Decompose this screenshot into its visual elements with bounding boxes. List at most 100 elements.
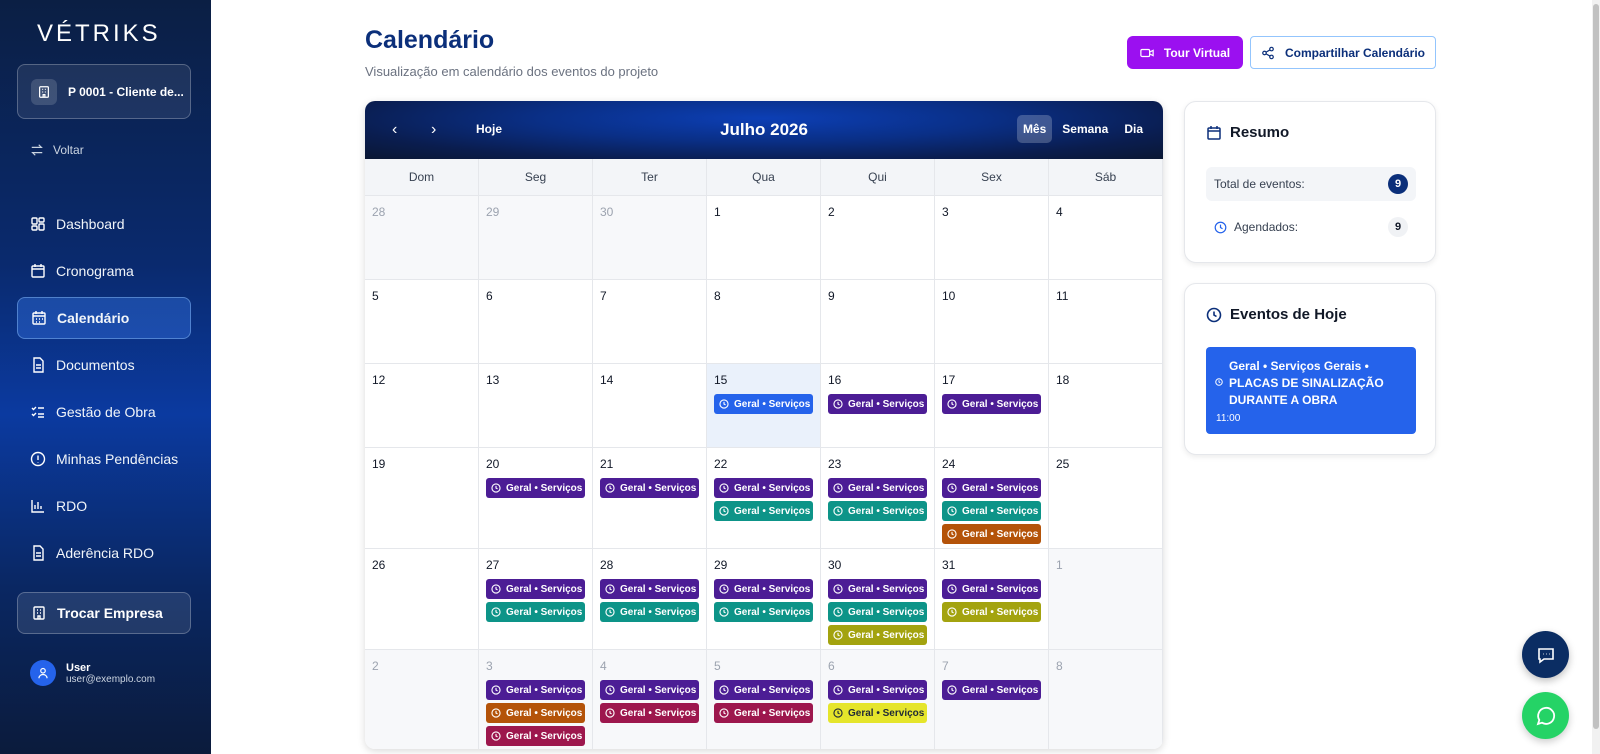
calendar-event[interactable]: Geral • Serviços: [714, 680, 813, 700]
calendar-day[interactable]: 8: [707, 280, 821, 363]
calendar-day[interactable]: 27 Geral • Serviços Geral • Serviços: [479, 549, 593, 649]
calendar-day[interactable]: 28: [365, 196, 479, 279]
calendar-event[interactable]: Geral • Serviços: [714, 579, 813, 599]
calendar-event[interactable]: Geral • Serviços: [942, 524, 1041, 544]
event-label: Geral • Serviços: [734, 684, 811, 696]
calendar-day[interactable]: 5: [365, 280, 479, 363]
calendar-day[interactable]: 1: [1049, 549, 1163, 649]
sidebar-item-documentos[interactable]: Documentos: [17, 344, 191, 386]
calendar-day-today[interactable]: 15 Geral • Serviços: [707, 364, 821, 447]
calendar-day[interactable]: 2: [821, 196, 935, 279]
calendar-day[interactable]: 26: [365, 549, 479, 649]
calendar-event[interactable]: Geral • Serviços: [600, 602, 699, 622]
calendar-day[interactable]: 21 Geral • Serviços: [593, 448, 707, 548]
calendar-event[interactable]: Geral • Serviços: [600, 478, 699, 498]
calendar-day[interactable]: 2: [365, 650, 479, 749]
calendar-event[interactable]: Geral • Serviços: [828, 625, 927, 645]
calendar-day[interactable]: 25: [1049, 448, 1163, 548]
calendar-event[interactable]: Geral • Serviços: [486, 703, 585, 723]
share-calendar-button[interactable]: Compartilhar Calendário: [1250, 36, 1436, 69]
sidebar-item-cronograma[interactable]: Cronograma: [17, 250, 191, 292]
calendar-day[interactable]: 10: [935, 280, 1049, 363]
calendar-event[interactable]: Geral • Serviços: [828, 680, 927, 700]
calendar-day[interactable]: 23 Geral • Serviços Geral • Serviços: [821, 448, 935, 548]
calendar-event[interactable]: Geral • Serviços: [828, 478, 927, 498]
calendar-day[interactable]: 5 Geral • Serviços Geral • Serviços: [707, 650, 821, 749]
calendar-event[interactable]: Geral • Serviços: [942, 602, 1041, 622]
calendar-day[interactable]: 8: [1049, 650, 1163, 749]
sidebar-item-minhas-pendencias[interactable]: Minhas Pendências: [17, 438, 191, 480]
calendar-event[interactable]: Geral • Serviços: [942, 680, 1041, 700]
calendar-day[interactable]: 9: [821, 280, 935, 363]
calendar-day[interactable]: 3: [935, 196, 1049, 279]
project-selector[interactable]: P 0001 - Cliente de...: [17, 64, 191, 119]
calendar-event[interactable]: Geral • Serviços: [486, 680, 585, 700]
sidebar-item-rdo[interactable]: RDO: [17, 485, 191, 527]
calendar-event[interactable]: Geral • Serviços: [714, 602, 813, 622]
calendar-day[interactable]: 13: [479, 364, 593, 447]
sidebar-item-calendario[interactable]: Calendário: [17, 297, 191, 339]
calendar-day[interactable]: 11: [1049, 280, 1163, 363]
calendar-day[interactable]: 18: [1049, 364, 1163, 447]
calendar-day[interactable]: 31 Geral • Serviços Geral • Serviços: [935, 549, 1049, 649]
calendar-day[interactable]: 6: [479, 280, 593, 363]
calendar-day[interactable]: 29 Geral • Serviços Geral • Serviços: [707, 549, 821, 649]
calendar-event[interactable]: Geral • Serviços: [600, 680, 699, 700]
calendar-event[interactable]: Geral • Serviços: [828, 394, 927, 414]
view-day-button[interactable]: Dia: [1118, 115, 1149, 143]
weekday-label: Qua: [707, 159, 821, 195]
chat-button[interactable]: [1522, 631, 1569, 678]
back-link[interactable]: Voltar: [30, 143, 84, 157]
calendar-day[interactable]: 22 Geral • Serviços Geral • Serviços: [707, 448, 821, 548]
sidebar-item-aderencia-rdo[interactable]: Aderência RDO: [17, 532, 191, 574]
calendar-event[interactable]: Geral • Serviços: [600, 703, 699, 723]
calendar-day[interactable]: 12: [365, 364, 479, 447]
calendar-day[interactable]: 7 Geral • Serviços: [935, 650, 1049, 749]
view-week-button[interactable]: Semana: [1056, 115, 1114, 143]
calendar-day[interactable]: 29: [479, 196, 593, 279]
calendar-event[interactable]: Geral • Serviços: [714, 394, 813, 414]
calendar-event[interactable]: Geral • Serviços: [828, 703, 927, 723]
calendar-event[interactable]: Geral • Serviços: [714, 478, 813, 498]
calendar-event[interactable]: Geral • Serviços: [486, 726, 585, 746]
calendar-event[interactable]: Geral • Serviços: [942, 501, 1041, 521]
view-month-button[interactable]: Mês: [1016, 115, 1053, 143]
event-label: Geral • Serviços: [620, 707, 697, 719]
calendar-day[interactable]: 7: [593, 280, 707, 363]
calendar-day[interactable]: 28 Geral • Serviços Geral • Serviços: [593, 549, 707, 649]
calendar-day[interactable]: 1: [707, 196, 821, 279]
calendar-day[interactable]: 24 Geral • Serviços Geral • Serviços Geral …: [935, 448, 1049, 548]
user-profile[interactable]: User user@exemplo.com: [30, 660, 155, 686]
calendar-event[interactable]: Geral • Serviços: [600, 579, 699, 599]
calendar-day[interactable]: 17 Geral • Serviços: [935, 364, 1049, 447]
today-event-card[interactable]: Geral • Serviços Gerais • PLACAS DE SINA…: [1206, 347, 1416, 434]
calendar-event[interactable]: Geral • Serviços: [828, 501, 927, 521]
tour-virtual-button[interactable]: Tour Virtual: [1127, 36, 1243, 69]
calendar-day[interactable]: 4: [1049, 196, 1163, 279]
calendar-event[interactable]: Geral • Serviços: [942, 394, 1041, 414]
scrollbar-thumb[interactable]: [1593, 4, 1599, 729]
calendar-event[interactable]: Geral • Serviços: [486, 579, 585, 599]
brand-logo[interactable]: VÉTRIKS: [37, 20, 161, 48]
calendar-day[interactable]: 16 Geral • Serviços: [821, 364, 935, 447]
switch-company-button[interactable]: Trocar Empresa: [17, 592, 191, 634]
calendar-event[interactable]: Geral • Serviços: [942, 478, 1041, 498]
calendar-event[interactable]: Geral • Serviços: [942, 579, 1041, 599]
calendar-day[interactable]: 20 Geral • Serviços: [479, 448, 593, 548]
calendar-day[interactable]: 30: [593, 196, 707, 279]
calendar-event[interactable]: Geral • Serviços: [486, 478, 585, 498]
sidebar-item-gestao-de-obra[interactable]: Gestão de Obra: [17, 391, 191, 433]
calendar-event[interactable]: Geral • Serviços: [828, 602, 927, 622]
calendar-day[interactable]: 19: [365, 448, 479, 548]
calendar-day[interactable]: 30 Geral • Serviços Geral • Serviços Geral …: [821, 549, 935, 649]
sidebar-item-dashboard[interactable]: Dashboard: [17, 203, 191, 245]
whatsapp-button[interactable]: [1522, 692, 1569, 739]
calendar-event[interactable]: Geral • Serviços: [486, 602, 585, 622]
calendar-day[interactable]: 6 Geral • Serviços Geral • Serviços: [821, 650, 935, 749]
calendar-day[interactable]: 14: [593, 364, 707, 447]
calendar-day[interactable]: 3 Geral • Serviços Geral • Serviços Geral •…: [479, 650, 593, 749]
calendar-event[interactable]: Geral • Serviços: [828, 579, 927, 599]
calendar-event[interactable]: Geral • Serviços: [714, 501, 813, 521]
calendar-event[interactable]: Geral • Serviços: [714, 703, 813, 723]
calendar-day[interactable]: 4 Geral • Serviços Geral • Serviços: [593, 650, 707, 749]
